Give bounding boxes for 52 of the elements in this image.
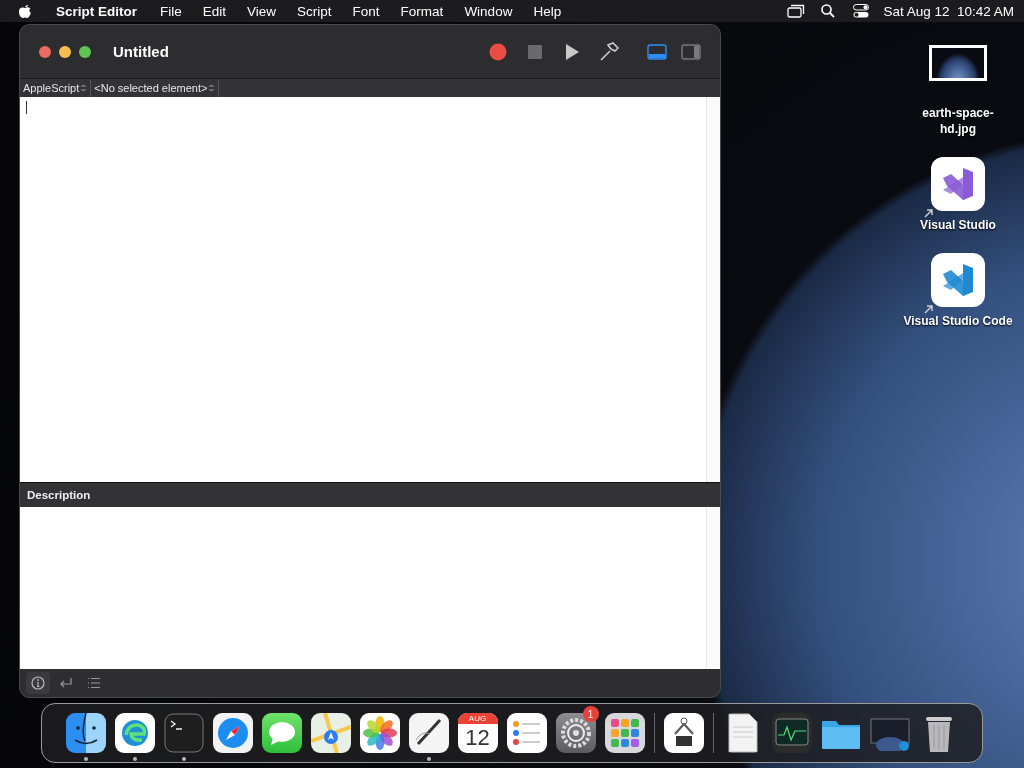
return-arrow-icon [59, 677, 73, 689]
menu-item[interactable]: Window [464, 3, 513, 19]
menu-item[interactable]: Script [297, 3, 332, 19]
photo-thumbnail[interactable] [929, 45, 987, 81]
desktop-icon-label[interactable]: Visual Studio Code [896, 313, 1020, 329]
ribbon-logo [941, 168, 975, 200]
text-cursor [26, 101, 27, 114]
terminal-icon[interactable] [163, 713, 204, 753]
menu-item[interactable]: Font [352, 3, 380, 19]
flower-icon[interactable] [359, 713, 400, 753]
monitor-icon[interactable] [771, 713, 812, 753]
search-icon[interactable] [821, 4, 836, 18]
close-button[interactable] [39, 45, 51, 58]
pen-icon[interactable] [408, 713, 449, 753]
chevron-icon [209, 84, 215, 92]
app-grid-icon[interactable] [604, 713, 645, 753]
info-icon [31, 676, 45, 690]
zoom-button[interactable] [79, 45, 91, 58]
menu-item[interactable]: View [247, 3, 277, 19]
menu-item[interactable]: Format [400, 3, 444, 19]
side-panel-icon [681, 43, 701, 60]
app-shortcut-tile[interactable] [931, 157, 985, 211]
compass-icon[interactable] [212, 713, 253, 753]
notification-badge: 1 [582, 706, 599, 722]
ribbon-logo [941, 264, 975, 296]
minimize-button[interactable] [59, 45, 71, 58]
face-icon[interactable] [65, 713, 106, 753]
speech-bubble-icon[interactable] [261, 713, 302, 753]
menu-item[interactable]: Help [533, 3, 562, 19]
app-menu[interactable]: Script Editor [56, 3, 137, 19]
desktop-icon-label[interactable]: Visual Studio [896, 217, 1020, 233]
map-icon[interactable] [310, 713, 351, 753]
list-icon [87, 677, 101, 689]
windows-icon[interactable] [787, 4, 806, 18]
app-shortcut-tile[interactable] [931, 253, 985, 307]
menu-item[interactable]: File [160, 3, 182, 19]
checklist-icon[interactable] [506, 713, 547, 753]
swirl-icon[interactable] [114, 713, 155, 753]
hardware-icon[interactable] [663, 713, 704, 753]
chevron-icon [81, 84, 87, 92]
toggles-icon[interactable] [853, 4, 870, 18]
apple-logo-icon[interactable] [18, 3, 32, 19]
pane-tab[interactable] [26, 672, 50, 694]
calendar-day: 12 [465, 724, 490, 752]
pane-title: Description [27, 489, 91, 501]
calendar-tile[interactable]: AUG 12 [457, 713, 498, 753]
window-title: Untitled [113, 43, 169, 60]
bottom-panel-icon [647, 43, 667, 60]
menu-item[interactable]: Edit [202, 3, 227, 19]
desktop-icon-label[interactable]: earth-space-hd.jpg [912, 105, 1004, 137]
menu-bar-clock[interactable]: Sat Aug 12 10:42 AM [883, 3, 1014, 19]
calendar-month: AUG [457, 713, 498, 724]
